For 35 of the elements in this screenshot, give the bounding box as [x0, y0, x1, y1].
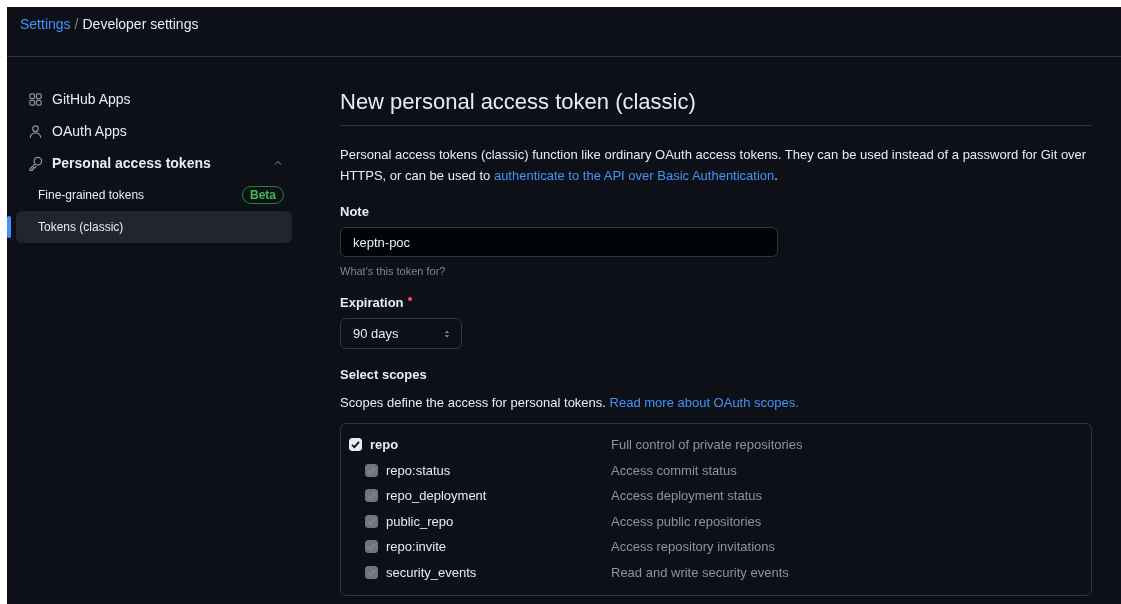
scope-description: Access repository invitations: [611, 539, 775, 555]
person-icon: [28, 123, 43, 139]
breadcrumb-link[interactable]: Settings: [20, 16, 71, 32]
sidebar-subitem[interactable]: Tokens (classic): [16, 211, 292, 243]
sidebar-item[interactable]: OAuth Apps: [20, 115, 292, 147]
selection-indicator: [7, 216, 11, 238]
key-icon: [28, 155, 43, 171]
sidebar-item[interactable]: Personal access tokens: [20, 147, 292, 179]
scope-description: Full control of private repositories: [611, 437, 803, 453]
description-text: Personal access tokens (classic) function like ordinary OAuth access tokens. They can be used instead of a password for Git over HTTPS, or can be used to authenticate to the API over Basic Authentication.: [340, 146, 1088, 185]
page-title: New personal access token (classic): [340, 88, 697, 116]
scope-checkbox[interactable]: [349, 438, 362, 452]
scope-name: repo_deployment: [386, 488, 487, 504]
scope-description: Access deployment status: [611, 488, 763, 504]
scope-description: Read and write security events: [611, 564, 789, 580]
note-field[interactable]: keptn-poc: [340, 227, 778, 257]
scope-name: repo: [370, 437, 399, 453]
oauth-scopes-link[interactable]: Read more about OAuth scopes.: [609, 395, 799, 410]
note-label: Note: [340, 204, 370, 219]
field-hint: What's this token for?: [340, 265, 447, 277]
sidebar-item[interactable]: GitHub Apps: [20, 83, 292, 115]
scope-description: Access commit status: [611, 462, 737, 478]
scopes-text: Scopes define the access for personal tokens. Read more about OAuth scopes.: [340, 394, 800, 412]
scope-name: repo:status: [386, 462, 451, 478]
scope-name: security_events: [386, 564, 477, 580]
breadcrumb-separator: /: [74, 16, 79, 32]
scopes-label: Select scopes: [340, 367, 428, 382]
sidebar-subitem[interactable]: Fine-grained tokens Beta: [16, 179, 292, 211]
scope-name: public_repo: [386, 513, 454, 529]
grid-icon: [28, 91, 43, 107]
expiration-label: Expiration: [340, 295, 404, 310]
breadcrumb-current: Developer settings: [82, 16, 199, 32]
expiration-select[interactable]: 90 days: [340, 318, 462, 349]
scope-description: Access public repositories: [611, 513, 762, 529]
scope-name: repo:invite: [386, 539, 446, 555]
